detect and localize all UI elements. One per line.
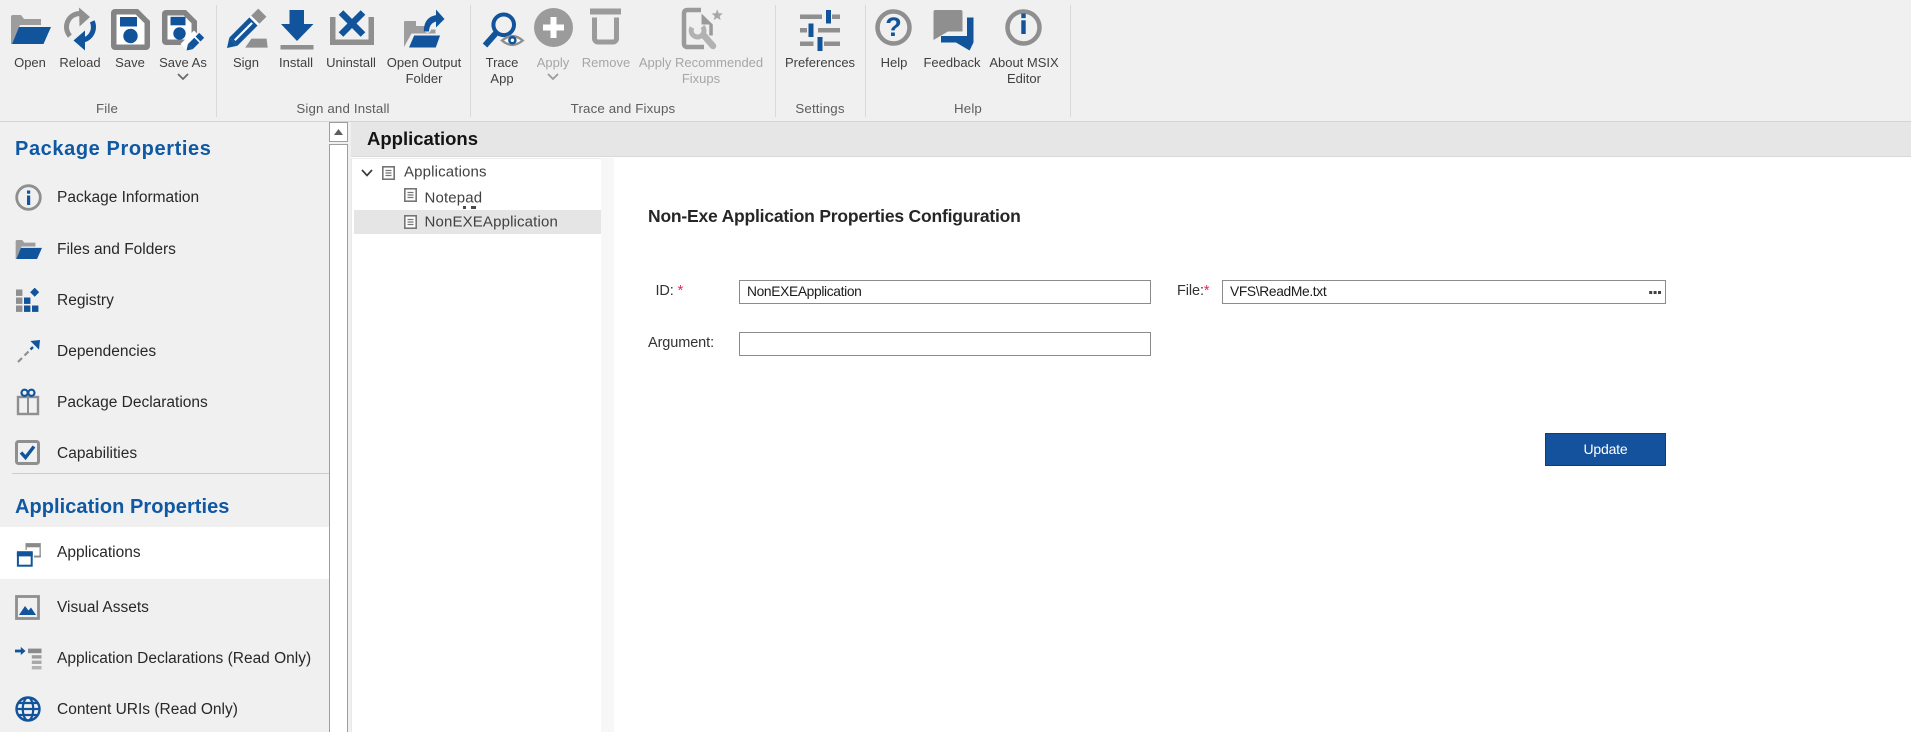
svg-text:?: ? <box>885 12 902 42</box>
